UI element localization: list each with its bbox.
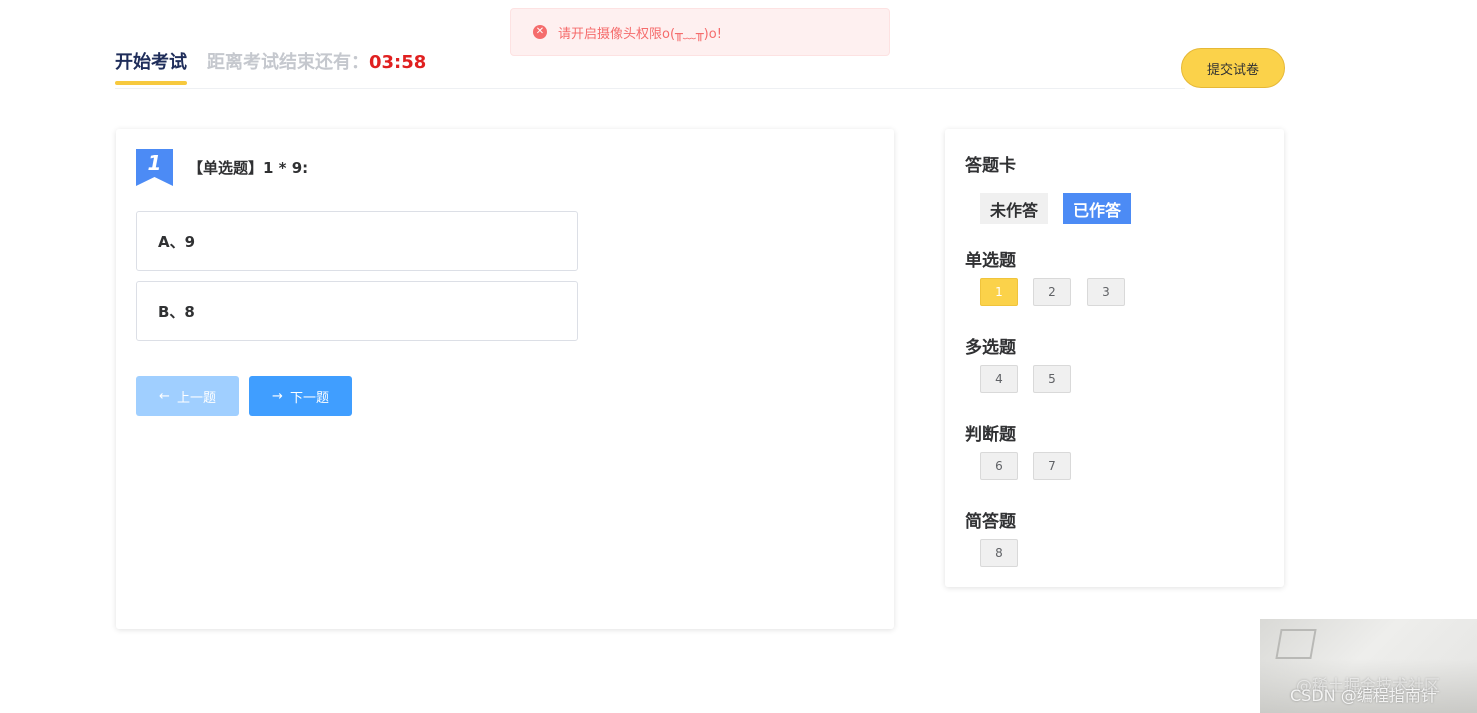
timer-value: 03:58 <box>369 52 427 73</box>
tab-start-exam[interactable]: 开始考试 <box>115 48 187 74</box>
question-number: 1 <box>147 151 162 175</box>
error-circle-icon: ✕ <box>533 25 547 39</box>
legend-answered: 已作答 <box>1063 193 1131 224</box>
section-short-answer-title: 简答题 <box>965 512 1016 532</box>
exam-timer: 距离考试结束还有：03:58 <box>207 48 426 74</box>
toast-message: 请开启摄像头权限o(╥﹏╥)o! <box>558 26 722 42</box>
question-jump-button-5[interactable]: 5 <box>1033 365 1071 393</box>
previous-question-button[interactable]: ← 上一题 <box>136 376 239 416</box>
question-jump-button-8[interactable]: 8 <box>980 539 1018 567</box>
question-jump-button-2[interactable]: 2 <box>1033 278 1071 306</box>
answer-sheet: 答题卡 未作答 已作答 单选题 1 2 3 多选题 4 5 判断题 6 7 简答… <box>945 129 1284 587</box>
arrow-right-icon: → <box>272 388 283 404</box>
previous-label: 上一题 <box>176 390 216 406</box>
option-label: A、9 <box>158 232 196 251</box>
section-multiple-choice-title: 多选题 <box>965 338 1016 358</box>
next-question-button[interactable]: → 下一题 <box>249 376 352 416</box>
question-title: 【单选题】1 * 9: <box>188 159 309 177</box>
question-jump-button-3[interactable]: 3 <box>1087 278 1125 306</box>
next-label: 下一题 <box>289 390 329 406</box>
ceiling-vent-image <box>1275 629 1317 659</box>
question-jump-button-1[interactable]: 1 <box>980 278 1018 306</box>
active-tab-indicator <box>115 81 187 85</box>
option-label: B、8 <box>158 302 195 321</box>
answer-sheet-title: 答题卡 <box>965 156 1016 176</box>
exam-header: 开始考试 距离考试结束还有：03:58 提交试卷 <box>115 40 1285 90</box>
option-a[interactable]: A、9 <box>136 211 578 271</box>
timer-label: 距离考试结束还有： <box>207 52 369 73</box>
question-jump-button-4[interactable]: 4 <box>980 365 1018 393</box>
legend-unanswered: 未作答 <box>980 193 1048 224</box>
question-card: 1 【单选题】1 * 9: A、9 B、8 ← 上一题 → 下一题 <box>116 129 894 629</box>
option-b[interactable]: B、8 <box>136 281 578 341</box>
header-divider <box>115 88 1185 89</box>
question-jump-button-6[interactable]: 6 <box>980 452 1018 480</box>
arrow-left-icon: ← <box>159 388 170 404</box>
watermark-csdn: CSDN @编程指南针 <box>1290 686 1437 705</box>
question-number-badge: 1 <box>136 149 173 186</box>
section-true-false-title: 判断题 <box>965 425 1016 445</box>
submit-exam-button[interactable]: 提交试卷 <box>1181 48 1285 88</box>
question-jump-button-7[interactable]: 7 <box>1033 452 1071 480</box>
section-single-choice-title: 单选题 <box>965 251 1016 271</box>
